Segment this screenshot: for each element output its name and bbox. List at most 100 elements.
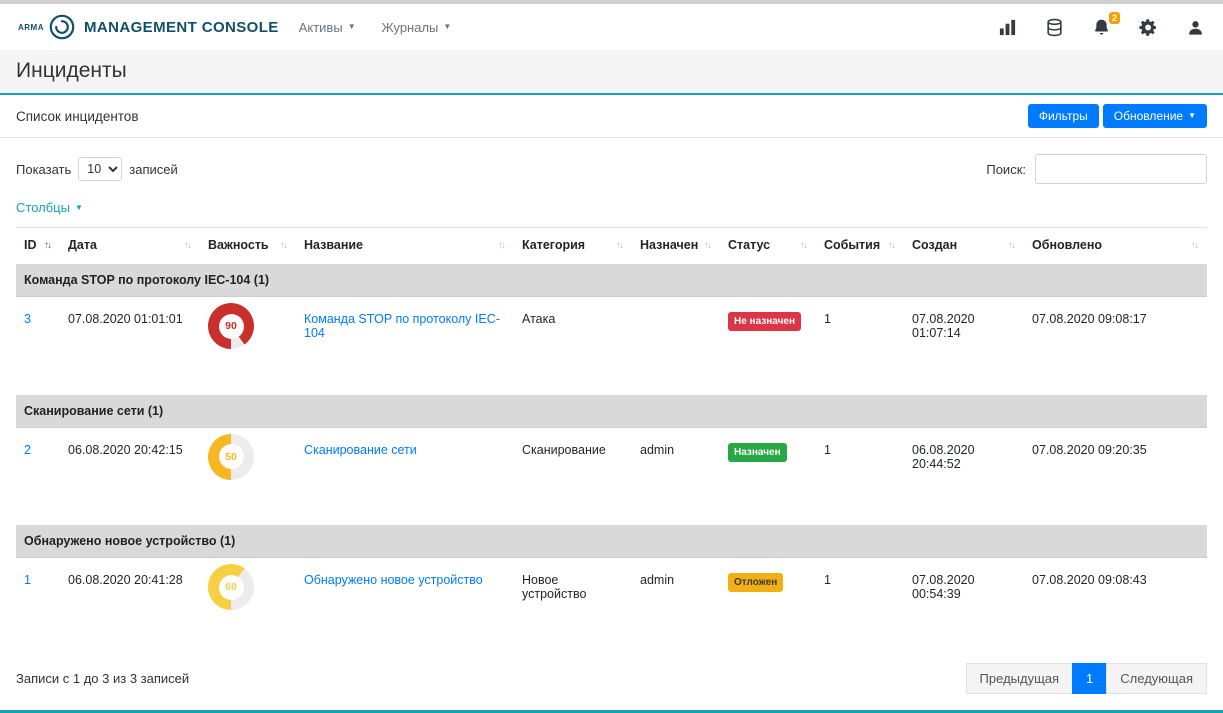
incidents-table: ID↑↓ Дата↑↓ Важность↑↓ Название↑↓ Катего… bbox=[16, 227, 1207, 647]
reports-button[interactable] bbox=[998, 18, 1017, 37]
column-header[interactable]: Статус↑↓ bbox=[720, 228, 816, 264]
status-badge: Отложен bbox=[728, 573, 783, 592]
column-header[interactable]: Категория↑↓ bbox=[514, 228, 632, 264]
severity-donut: 50 bbox=[208, 434, 254, 480]
severity-value: 50 bbox=[225, 451, 237, 463]
brand[interactable]: ARMA MANAGEMENT CONSOLE bbox=[18, 14, 299, 40]
incident-date: 07.08.2020 01:01:01 bbox=[60, 297, 200, 394]
notifications-button[interactable]: 2 bbox=[1092, 18, 1111, 37]
column-header[interactable]: События↑↓ bbox=[816, 228, 904, 264]
incident-created: 07.08.2020 01:07:14 bbox=[904, 297, 1024, 394]
incident-created: 06.08.2020 20:44:52 bbox=[904, 427, 1024, 524]
sort-icon: ↑↓ bbox=[1008, 240, 1016, 251]
gear-icon bbox=[1139, 18, 1158, 37]
nav-item-assets[interactable]: Активы ▼ bbox=[299, 20, 356, 35]
page-title-bar: Инциденты bbox=[0, 50, 1223, 95]
incident-category: Сканирование bbox=[514, 427, 632, 524]
incident-events: 1 bbox=[816, 558, 904, 648]
panel-title: Список инцидентов bbox=[16, 109, 139, 124]
incident-date: 06.08.2020 20:41:28 bbox=[60, 558, 200, 648]
incident-name-link[interactable]: Обнаружено новое устройство bbox=[304, 573, 483, 587]
caret-down-icon: ▼ bbox=[75, 204, 83, 212]
columns-row: Столбцы ▼ bbox=[0, 190, 1223, 227]
database-button[interactable] bbox=[1045, 18, 1064, 37]
panel-actions: Фильтры Обновление ▼ bbox=[1028, 104, 1207, 128]
sort-icon: ↑↓ bbox=[184, 240, 192, 251]
column-header[interactable]: Создан↑↓ bbox=[904, 228, 1024, 264]
sort-icon: ↑↓ bbox=[44, 240, 52, 251]
database-icon bbox=[1045, 18, 1064, 37]
group-header-row: Обнаружено новое устройство (1) bbox=[16, 524, 1207, 558]
incident-row: 1 06.08.2020 20:41:28 60 Обнаружено ново… bbox=[16, 558, 1207, 648]
severity-donut: 60 bbox=[208, 564, 254, 610]
incident-events: 1 bbox=[816, 297, 904, 394]
show-entries-label: Показать bbox=[16, 162, 71, 177]
refresh-button[interactable]: Обновление ▼ bbox=[1103, 104, 1207, 128]
status-badge: Назначен bbox=[728, 443, 787, 462]
incident-category: Атака bbox=[514, 297, 632, 394]
severity-donut: 90 bbox=[208, 303, 254, 349]
search-box: Поиск: bbox=[986, 154, 1207, 184]
sort-icon: ↑↓ bbox=[800, 240, 808, 251]
severity-value: 90 bbox=[225, 320, 237, 332]
severity-value: 60 bbox=[225, 581, 237, 593]
sort-icon: ↑↓ bbox=[1191, 240, 1199, 251]
incident-events: 1 bbox=[816, 427, 904, 524]
profile-button[interactable] bbox=[1186, 18, 1205, 37]
columns-button[interactable]: Столбцы ▼ bbox=[16, 200, 83, 215]
entries-select[interactable]: 10 bbox=[78, 157, 122, 181]
incident-id-link[interactable]: 1 bbox=[24, 573, 31, 587]
show-entries-suffix: записей bbox=[129, 162, 177, 177]
nav-item-journals[interactable]: Журналы ▼ bbox=[382, 20, 452, 35]
caret-down-icon: ▼ bbox=[348, 23, 356, 31]
arma-logo-text: ARMA bbox=[18, 23, 44, 32]
incident-row: 3 07.08.2020 01:01:01 90 Команда STOP по… bbox=[16, 297, 1207, 394]
column-header[interactable]: Название↑↓ bbox=[296, 228, 514, 264]
panel-header: Список инцидентов Фильтры Обновление ▼ bbox=[0, 95, 1223, 138]
table-header-row: ID↑↓ Дата↑↓ Важность↑↓ Название↑↓ Катего… bbox=[16, 228, 1207, 264]
sort-icon: ↑↓ bbox=[280, 240, 288, 251]
incident-category: Новое устройство bbox=[514, 558, 632, 648]
incident-date: 06.08.2020 20:42:15 bbox=[60, 427, 200, 524]
incident-name-link[interactable]: Команда STOP по протоколу IEC-104 bbox=[304, 312, 500, 340]
group-header-row: Сканирование сети (1) bbox=[16, 394, 1207, 428]
search-label: Поиск: bbox=[986, 162, 1026, 177]
incident-assignee: admin bbox=[632, 427, 720, 524]
incident-row: 2 06.08.2020 20:42:15 50 Сканирование се… bbox=[16, 427, 1207, 524]
pagination-next[interactable]: Следующая bbox=[1106, 663, 1207, 694]
incident-id-link[interactable]: 3 bbox=[24, 312, 31, 326]
column-header[interactable]: ID↑↓ bbox=[16, 228, 60, 264]
arma-logo-icon bbox=[49, 14, 75, 40]
sort-icon: ↑↓ bbox=[616, 240, 624, 251]
column-header[interactable]: Назначен↑↓ bbox=[632, 228, 720, 264]
records-info: Записи с 1 до 3 из 3 записей bbox=[16, 671, 189, 686]
top-navbar: ARMA MANAGEMENT CONSOLE Активы ▼ Журналы… bbox=[0, 4, 1223, 50]
settings-button[interactable] bbox=[1139, 18, 1158, 37]
incident-assignee: admin bbox=[632, 558, 720, 648]
incident-updated: 07.08.2020 09:08:43 bbox=[1024, 558, 1207, 648]
sort-icon: ↑↓ bbox=[498, 240, 506, 251]
sort-icon: ↑↓ bbox=[704, 240, 712, 251]
incident-created: 07.08.2020 00:54:39 bbox=[904, 558, 1024, 648]
sort-icon: ↑↓ bbox=[888, 240, 896, 251]
column-header[interactable]: Дата↑↓ bbox=[60, 228, 200, 264]
notification-badge: 2 bbox=[1109, 12, 1120, 24]
filters-button[interactable]: Фильтры bbox=[1028, 104, 1099, 128]
incident-updated: 07.08.2020 09:20:35 bbox=[1024, 427, 1207, 524]
caret-down-icon: ▼ bbox=[1188, 112, 1196, 120]
pagination-page-1[interactable]: 1 bbox=[1072, 663, 1107, 694]
table-controls: Показать 10 записей Поиск: bbox=[0, 138, 1223, 190]
incident-updated: 07.08.2020 09:08:17 bbox=[1024, 297, 1207, 394]
group-header-row: Команда STOP по протоколу IEC-104 (1) bbox=[16, 263, 1207, 297]
table-footer: Записи с 1 до 3 из 3 записей Предыдущая … bbox=[0, 647, 1223, 710]
incident-assignee bbox=[632, 297, 720, 394]
pagination-prev[interactable]: Предыдущая bbox=[966, 663, 1074, 694]
status-badge: Не назначен bbox=[728, 312, 801, 331]
incident-name-link[interactable]: Сканирование сети bbox=[304, 443, 417, 457]
user-icon bbox=[1186, 18, 1205, 37]
column-header[interactable]: Обновлено↑↓ bbox=[1024, 228, 1207, 264]
search-input[interactable] bbox=[1035, 154, 1207, 184]
column-header[interactable]: Важность↑↓ bbox=[200, 228, 296, 264]
incident-id-link[interactable]: 2 bbox=[24, 443, 31, 457]
incidents-table-wrap: ID↑↓ Дата↑↓ Важность↑↓ Название↑↓ Катего… bbox=[0, 227, 1223, 647]
